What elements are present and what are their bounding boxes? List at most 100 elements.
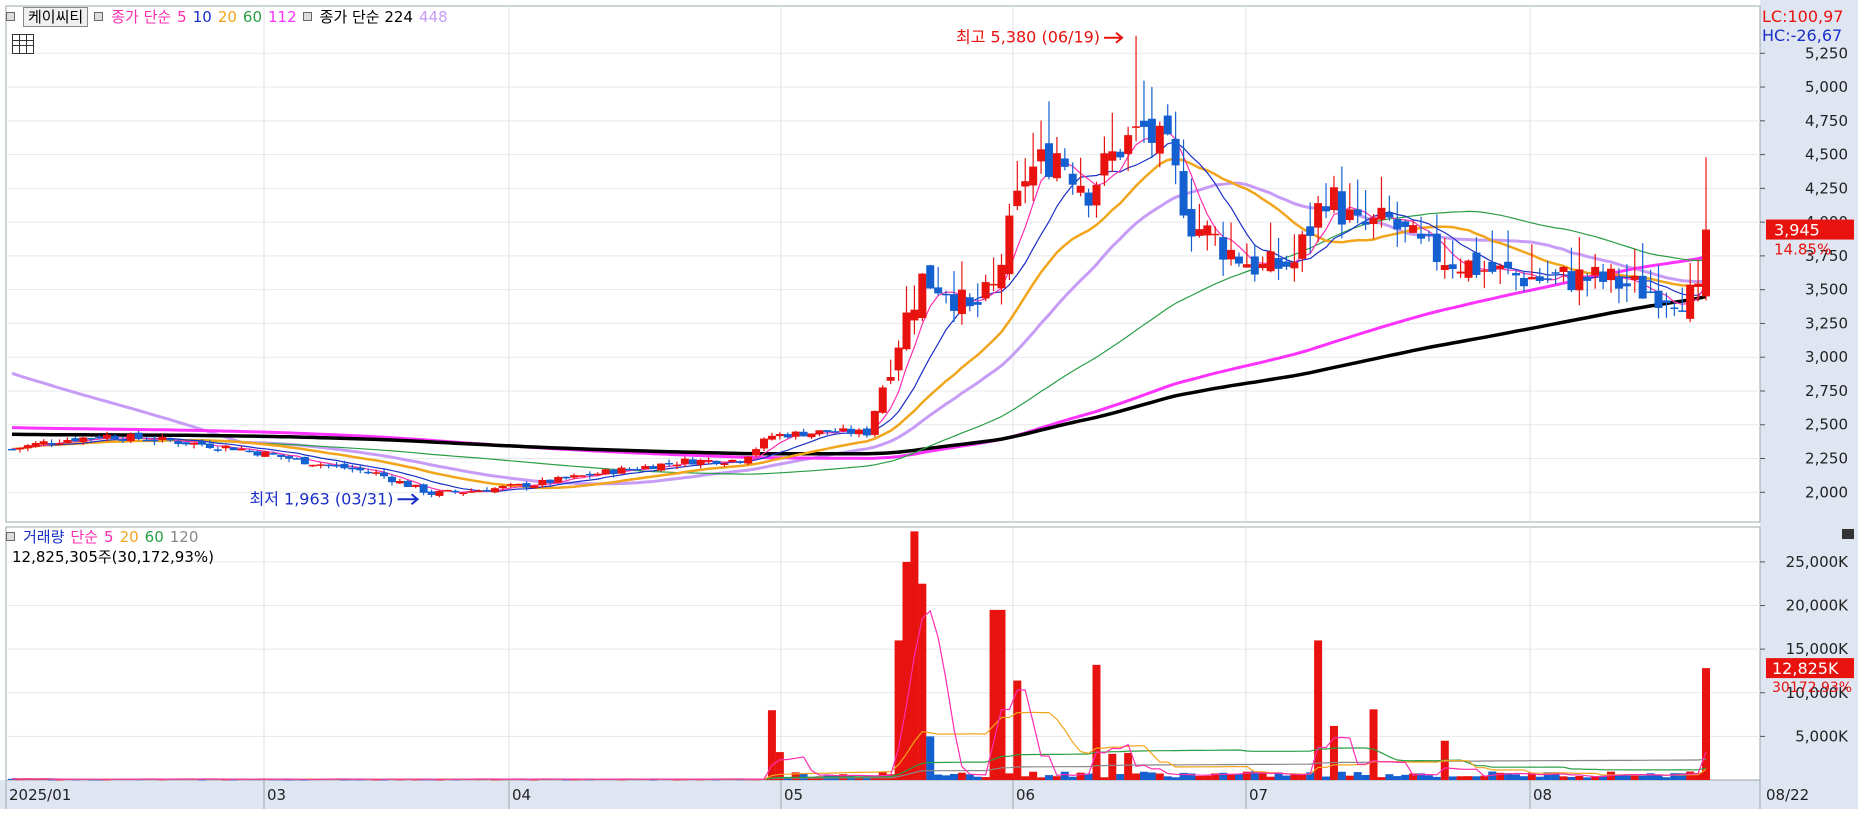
candle-body [1171,138,1180,166]
volume-bar [1575,776,1584,780]
candle-body [577,475,586,477]
candle-body [760,438,769,449]
x-tick-label: 2025/01 [9,786,71,804]
y-tick-label: 4,250 [1805,179,1848,197]
volume-bar [1630,775,1639,780]
volume-bar [981,777,990,780]
candle-body [886,377,895,381]
volume-bar [1638,775,1647,780]
candle-body [704,459,713,462]
candle-body [79,437,88,442]
candle-body [831,431,840,433]
candle-body [1496,265,1505,269]
candle-body [847,428,856,434]
legend-box [6,12,15,21]
price-legend: 케이씨티 종가 단순 5 10 20 60 112 종가 단순 224 448 [6,6,448,27]
candle-body [1037,149,1046,162]
candle-body [1480,270,1489,272]
candle-body [1686,284,1695,319]
volume-bar [1662,777,1671,780]
candle-body [1290,262,1299,269]
price-tag: 3,945 [1774,221,1820,240]
candle-body [356,467,365,471]
candle-body [894,347,903,371]
candle-body [237,448,246,451]
volume-bar [1424,775,1433,780]
volume-bar [775,752,784,780]
volume-bar [942,775,951,780]
volume-bar [1456,776,1465,780]
candle-body [459,492,468,495]
candle-body [680,458,689,464]
candle-body [1116,151,1125,158]
candle-body [1607,268,1616,281]
candle-body [1694,283,1703,287]
table-icon[interactable] [12,34,34,54]
candle-body [23,445,32,449]
candle-body [1092,184,1101,206]
candle-body [997,264,1006,289]
candle-body [593,473,602,476]
candle-body [949,294,958,311]
candle-body [609,469,618,475]
y-tick-label: 3,250 [1805,314,1848,332]
candle-body [47,442,56,445]
candle-body [1543,278,1552,280]
x-tick-label: 08 [1533,786,1552,804]
candle-body [530,485,539,488]
candle-body [63,440,72,443]
candle-body [348,467,357,470]
candle-body [134,432,143,439]
candle-body [229,447,238,451]
volume-value-text: 12,825,305주(30,172,93%) [12,548,214,566]
volume-bar [965,774,974,780]
volume-bar [1401,774,1410,780]
candle-body [1147,118,1156,143]
candle-body [1527,277,1536,280]
volume-bar [1448,776,1457,780]
volume-bar [949,773,958,780]
y-tick-label: 4,750 [1805,112,1848,130]
candle-body [1519,277,1528,287]
candle-body [1630,275,1639,280]
candle-body [395,480,404,484]
volume-bar [1171,777,1180,780]
candle-body [364,471,373,474]
y-tick-label: 2,000 [1805,483,1848,501]
candle-body [1472,252,1481,275]
canvas-bg [0,0,1858,809]
candle-body [1559,266,1568,272]
candle-body [1179,171,1188,216]
volume-bar [1068,776,1077,780]
stock-name-button[interactable]: 케이씨티 [23,6,89,27]
candle-body [182,442,191,445]
candle-body [1068,173,1077,185]
candle-body [1203,225,1212,236]
volume-bar [1361,775,1370,780]
candle-body [1029,166,1038,186]
candle-body [672,464,681,467]
candle-body [973,302,982,305]
candle-body [285,456,294,459]
candle-body [1440,265,1449,271]
ma-448: 448 [419,7,448,26]
candle-body [910,309,919,321]
volume-bar [1702,668,1710,780]
high-annotation: 최고 5,380 (06/19) [956,28,1100,47]
candle-body [665,462,674,465]
candle-body [1670,307,1679,310]
volume-bar [1567,777,1576,780]
candle-body [292,458,301,460]
volume-bar [1385,774,1394,780]
candle-body [443,489,452,492]
candle-body [1599,271,1608,282]
candle-body [110,435,119,440]
candle-body [1456,271,1465,274]
candle-body [585,473,594,476]
candle-body [142,439,151,442]
candle-body [1702,229,1710,297]
y-tick-label: 2,750 [1805,382,1848,400]
candle-body [775,434,784,437]
candle-body [1227,249,1236,260]
candle-body [1314,203,1323,228]
